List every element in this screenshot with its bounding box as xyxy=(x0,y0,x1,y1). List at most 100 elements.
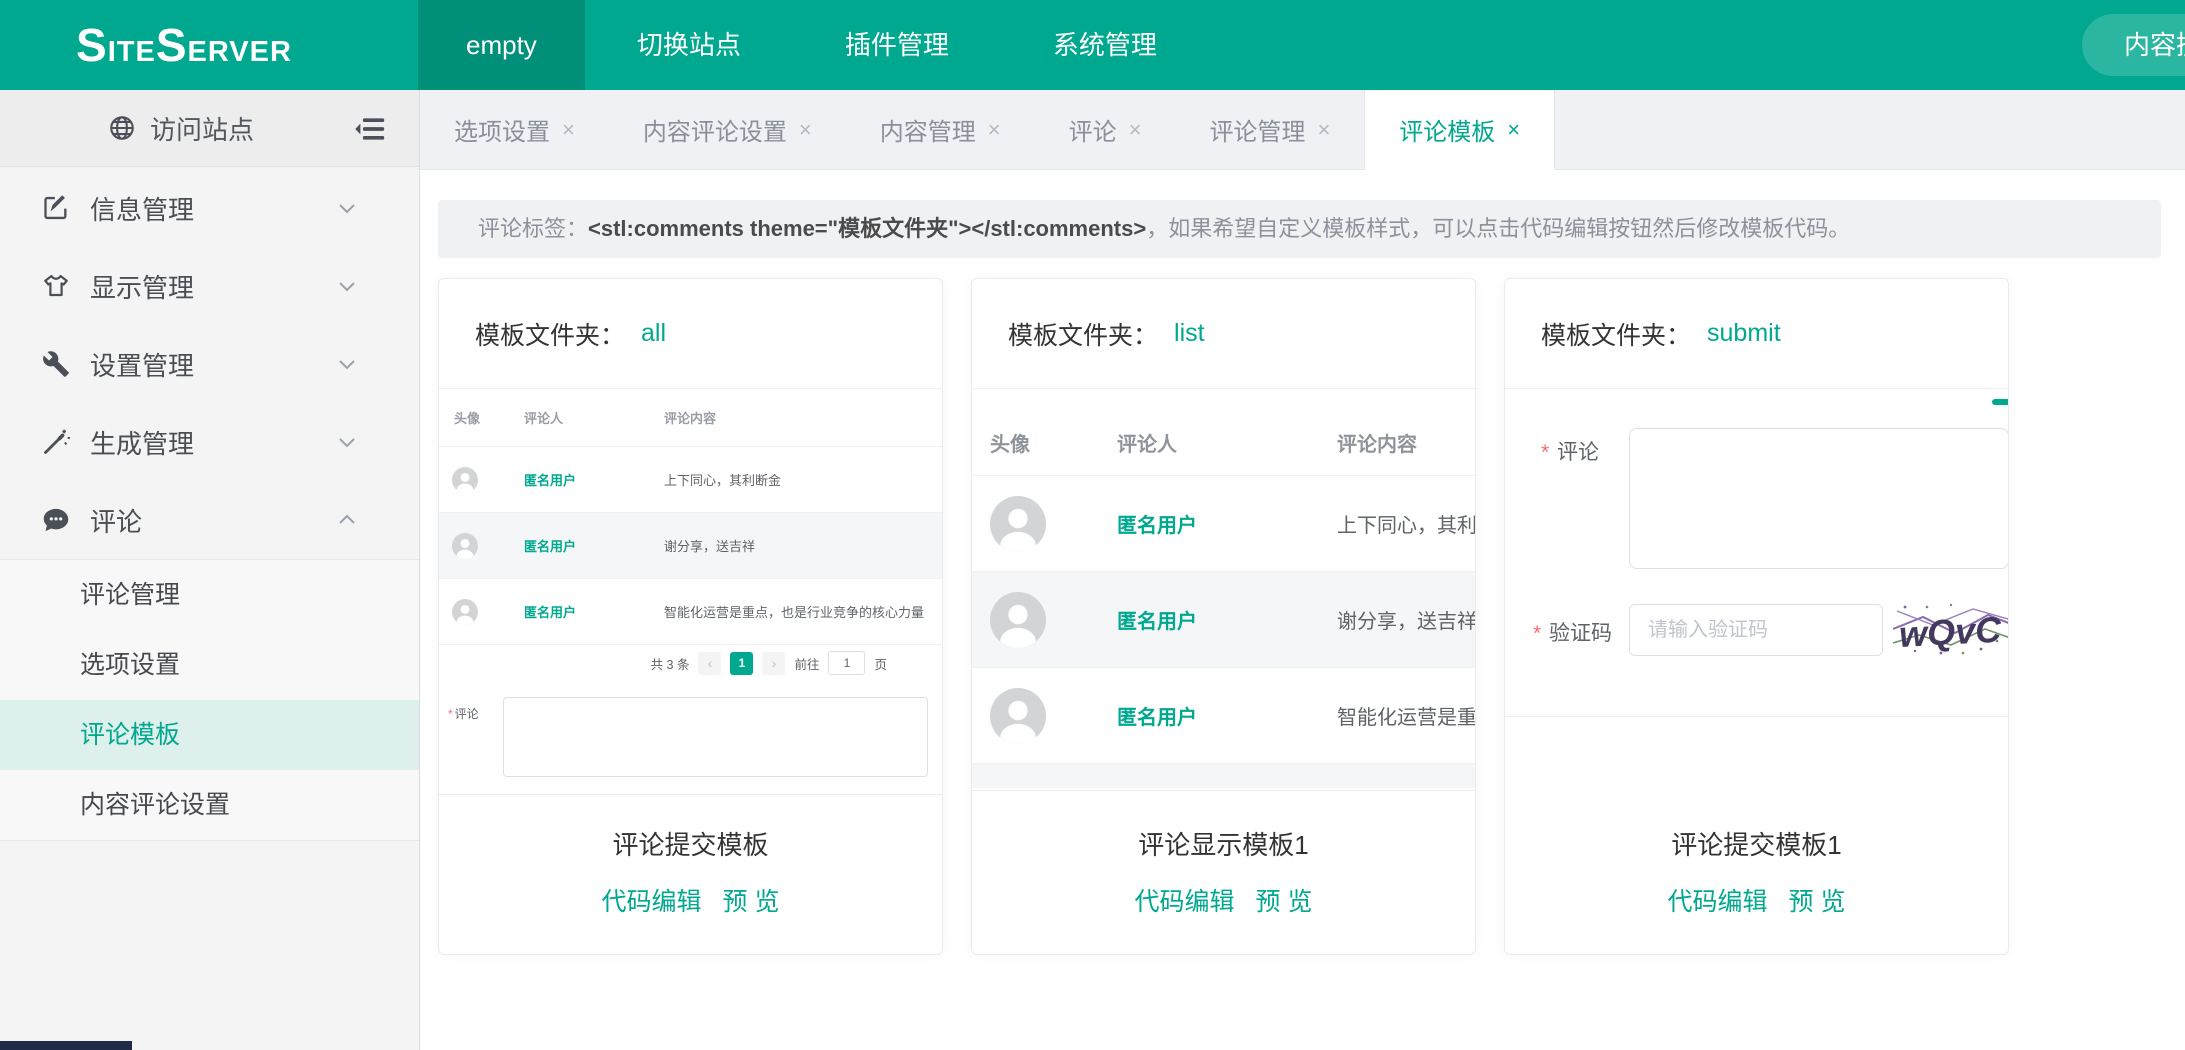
comment-text: 上下同心，其利断金 xyxy=(664,470,942,489)
sidebar-item-generate-management[interactable]: 生成管理 xyxy=(0,403,419,481)
visit-site-link[interactable]: 访问站点 xyxy=(0,90,419,167)
code-edit-link[interactable]: 代码编辑 xyxy=(1135,888,1235,916)
comment-user[interactable]: 匿名用户 xyxy=(1117,605,1337,634)
comment-user[interactable]: 匿名用户 xyxy=(1117,701,1337,730)
template-title: 评论显示模板1 xyxy=(972,825,1475,862)
folder-label: 模板文件夹： xyxy=(1541,316,1691,352)
content-search-button[interactable]: 内容搜索 xyxy=(2082,14,2185,76)
close-icon[interactable]: × xyxy=(799,117,812,143)
folder-value-link[interactable]: all xyxy=(641,319,666,348)
visit-site-label: 访问站点 xyxy=(150,110,254,147)
banner-prefix: 评论标签： xyxy=(478,216,588,241)
next-page-button[interactable]: › xyxy=(762,652,785,675)
sidebar-item-comments[interactable]: 评论 xyxy=(0,481,419,559)
template-card-list: 模板文件夹： list 头像 评论人 评论内容 匿名用户 上下同心，其利断金 匿… xyxy=(971,278,1476,955)
template-card-all: 模板文件夹： all 头像 评论人 评论内容 匿名用户 上下同心，其利断金 匿名… xyxy=(438,278,943,955)
prev-page-button[interactable]: ‹ xyxy=(698,652,721,675)
top-menu-item-switch-site[interactable]: 切换站点 xyxy=(585,0,793,90)
code-edit-link[interactable]: 代码编辑 xyxy=(1668,888,1768,916)
folder-label: 模板文件夹： xyxy=(1008,316,1158,352)
top-menu-item-empty[interactable]: empty xyxy=(418,0,585,90)
clipped-row xyxy=(972,764,1475,788)
comment-textarea[interactable] xyxy=(1629,428,2008,569)
template-title: 评论提交模板 xyxy=(439,825,942,862)
comments-submenu: 评论管理 选项设置 评论模板 内容评论设置 xyxy=(0,559,419,841)
sidebar-item-label: 信息管理 xyxy=(90,190,194,227)
preview-link[interactable]: 预 览 xyxy=(723,888,780,916)
tab-content-comment-settings[interactable]: 内容评论设置 × xyxy=(609,90,846,170)
globe-icon xyxy=(108,114,136,142)
svg-text:wQvC: wQvC xyxy=(1898,609,2003,655)
captcha-image[interactable]: wQvC xyxy=(1893,599,2008,661)
folder-value-link[interactable]: submit xyxy=(1707,319,1781,348)
goto-label: 前往 xyxy=(794,654,819,673)
comment-row: 匿名用户 智能化运营是重点，也是行业竞争的核心力量 xyxy=(972,668,1475,764)
topbar: SITESERVER empty 切换站点 插件管理 系统管理 内容搜索 xyxy=(0,0,2185,90)
comment-text: 智能化运营是重点，也是行业竞争的核心力量 xyxy=(1337,701,1475,730)
template-title: 评论提交模板1 xyxy=(1505,825,2008,862)
avatar xyxy=(990,592,1046,648)
close-icon[interactable]: × xyxy=(562,117,575,143)
preview-table-header: 头像 评论人 评论内容 xyxy=(439,389,942,447)
sidebar-item-label: 评论 xyxy=(90,502,142,539)
captcha-input[interactable] xyxy=(1629,604,1883,656)
banner-code: <stl:comments theme="模板文件夹"></stl:commen… xyxy=(588,216,1146,241)
preview-link[interactable]: 预 览 xyxy=(1789,888,1846,916)
sidebar-item-info-management[interactable]: 信息管理 xyxy=(0,169,419,247)
menu-fold-icon[interactable] xyxy=(353,112,387,146)
goto-page-input[interactable]: 1 xyxy=(828,651,865,675)
avatar xyxy=(990,496,1046,552)
close-icon[interactable]: × xyxy=(1129,117,1142,143)
tab-comment-template[interactable]: 评论模板 × xyxy=(1364,90,1555,170)
sidebar-item-display-management[interactable]: 显示管理 xyxy=(0,247,419,325)
template-actions: 代码编辑 预 览 xyxy=(439,882,942,918)
code-edit-link[interactable]: 代码编辑 xyxy=(602,888,702,916)
tab-option-settings[interactable]: 选项设置 × xyxy=(420,90,609,170)
app-logo[interactable]: SITESERVER xyxy=(0,18,418,72)
comment-user[interactable]: 匿名用户 xyxy=(1117,509,1337,538)
edit-square-icon xyxy=(42,194,70,222)
chevron-down-icon xyxy=(335,352,359,376)
sidebar-subitem-option-settings[interactable]: 选项设置 xyxy=(0,630,419,700)
top-menu-item-plugins[interactable]: 插件管理 xyxy=(793,0,1001,90)
sidebar-subitem-comment-management[interactable]: 评论管理 xyxy=(0,560,419,630)
main-content: 评论标签：<stl:comments theme="模板文件夹"></stl:c… xyxy=(420,170,2185,1050)
sidebar-item-settings-management[interactable]: 设置管理 xyxy=(0,325,419,403)
close-icon[interactable]: × xyxy=(988,117,1001,143)
comment-row: 匿名用户 上下同心，其利断金 xyxy=(439,447,942,513)
close-icon[interactable]: × xyxy=(1317,117,1330,143)
comment-text: 谢分享，送吉祥 xyxy=(1337,605,1475,634)
sidebar-subitem-content-comment-settings[interactable]: 内容评论设置 xyxy=(0,770,419,840)
chevron-up-icon xyxy=(335,508,359,532)
comment-row: 匿名用户 智能化运营是重点，也是行业竞争的核心力量 xyxy=(439,579,942,645)
required-mark: * xyxy=(448,707,453,721)
tshirt-icon xyxy=(42,272,70,300)
clipped-accent xyxy=(1992,399,2008,405)
sidebar-subitem-comment-template[interactable]: 评论模板 xyxy=(0,700,419,770)
captcha-field-label: * 验证码 xyxy=(1533,617,1612,647)
page-unit-label: 页 xyxy=(874,654,887,673)
template-preview-all: 头像 评论人 评论内容 匿名用户 上下同心，其利断金 匿名用户 谢分享，送吉祥 … xyxy=(439,389,942,795)
preview-link[interactable]: 预 览 xyxy=(1256,888,1313,916)
current-page-button[interactable]: 1 xyxy=(730,652,753,675)
folder-value-link[interactable]: list xyxy=(1174,319,1205,348)
comment-user[interactable]: 匿名用户 xyxy=(524,536,664,555)
top-menu-item-system[interactable]: 系统管理 xyxy=(1001,0,1209,90)
tab-comments[interactable]: 评论 × xyxy=(1035,90,1176,170)
tab-comment-management[interactable]: 评论管理 × xyxy=(1175,90,1364,170)
browser-status-fragment xyxy=(0,1041,132,1050)
template-preview-list: 头像 评论人 评论内容 匿名用户 上下同心，其利断金 匿名用户 谢分享，送吉祥 … xyxy=(972,389,1475,791)
comment-user[interactable]: 匿名用户 xyxy=(524,602,664,621)
avatar xyxy=(452,533,478,559)
comment-user[interactable]: 匿名用户 xyxy=(524,470,664,489)
sidebar-menu: 信息管理 显示管理 设置管理 xyxy=(0,167,419,559)
magic-wand-icon xyxy=(42,428,70,456)
template-actions: 代码编辑 预 览 xyxy=(972,882,1475,918)
comment-field-label: * 评论 xyxy=(1541,436,1599,466)
tab-content-management[interactable]: 内容管理 × xyxy=(846,90,1035,170)
logo-text: S xyxy=(76,18,108,72)
comment-textarea[interactable] xyxy=(503,697,928,777)
chevron-down-icon xyxy=(335,196,359,220)
close-icon[interactable]: × xyxy=(1507,117,1520,143)
template-cards: 模板文件夹： all 头像 评论人 评论内容 匿名用户 上下同心，其利断金 匿名… xyxy=(438,278,2037,955)
